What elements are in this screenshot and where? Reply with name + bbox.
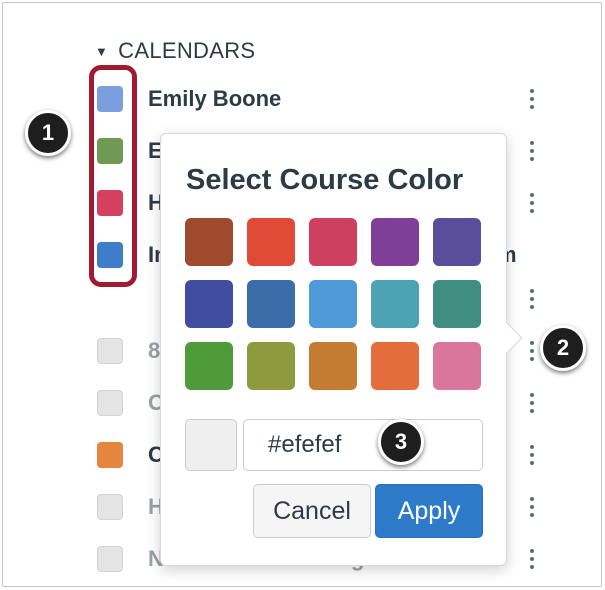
more-options-icon[interactable] bbox=[525, 388, 539, 418]
color-option[interactable] bbox=[433, 342, 481, 390]
color-option[interactable] bbox=[247, 280, 295, 328]
calendar-color-swatch[interactable] bbox=[97, 442, 123, 468]
calendar-name: 8 bbox=[148, 338, 161, 363]
callout-badge: 3 bbox=[378, 419, 424, 465]
color-option[interactable] bbox=[185, 280, 233, 328]
calendar-panel: ▼ CALENDARS Emily Boone E H In m 8 C C H… bbox=[2, 2, 602, 587]
color-grid bbox=[185, 218, 481, 390]
callout-badge: 2 bbox=[540, 325, 586, 371]
color-option[interactable] bbox=[247, 342, 295, 390]
more-options-icon[interactable] bbox=[525, 440, 539, 470]
caret-down-icon: ▼ bbox=[95, 43, 109, 59]
color-option[interactable] bbox=[371, 218, 419, 266]
more-options-icon[interactable] bbox=[525, 188, 539, 218]
calendar-color-swatch[interactable] bbox=[97, 546, 123, 572]
swatch-highlight-box bbox=[89, 65, 137, 287]
calendar-color-swatch[interactable] bbox=[97, 494, 123, 520]
color-option[interactable] bbox=[247, 218, 295, 266]
more-options-icon[interactable] bbox=[525, 492, 539, 522]
apply-button[interactable]: Apply bbox=[375, 484, 483, 538]
course-color-popover: Select Course Color Cancel Apply bbox=[160, 133, 523, 566]
cancel-button[interactable]: Cancel bbox=[253, 484, 371, 538]
more-options-icon[interactable] bbox=[525, 284, 539, 314]
color-option[interactable] bbox=[185, 342, 233, 390]
more-options-icon[interactable] bbox=[525, 84, 539, 114]
calendars-header-label: CALENDARS bbox=[118, 38, 256, 63]
hex-color-input[interactable] bbox=[243, 419, 483, 471]
color-option[interactable] bbox=[371, 280, 419, 328]
more-options-icon[interactable] bbox=[525, 544, 539, 574]
more-options-icon[interactable] bbox=[525, 336, 539, 366]
calendars-header[interactable]: ▼ CALENDARS bbox=[95, 37, 255, 65]
popover-title: Select Course Color bbox=[186, 164, 464, 196]
calendar-name: Emily Boone bbox=[148, 86, 282, 111]
color-option[interactable] bbox=[185, 218, 233, 266]
calendar-color-swatch[interactable] bbox=[97, 390, 123, 416]
color-option[interactable] bbox=[433, 280, 481, 328]
more-options-icon[interactable] bbox=[525, 136, 539, 166]
callout-badge: 1 bbox=[25, 110, 71, 156]
color-preview-swatch bbox=[185, 419, 237, 471]
color-option[interactable] bbox=[371, 342, 419, 390]
calendar-row[interactable]: Emily Boone bbox=[97, 84, 542, 114]
color-option[interactable] bbox=[433, 218, 481, 266]
color-option[interactable] bbox=[309, 280, 357, 328]
calendar-color-swatch[interactable] bbox=[97, 338, 123, 364]
color-option[interactable] bbox=[309, 342, 357, 390]
color-option[interactable] bbox=[309, 218, 357, 266]
